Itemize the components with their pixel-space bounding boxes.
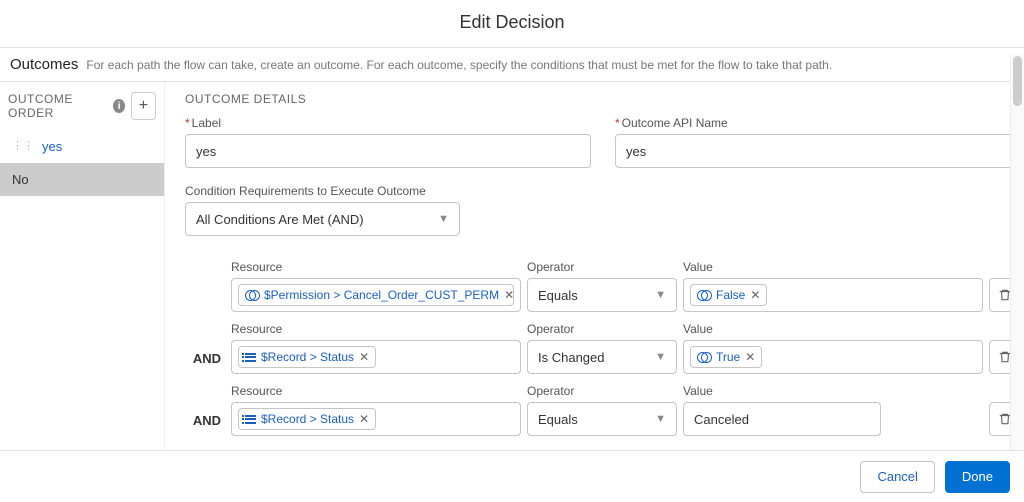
scrollbar[interactable]: [1010, 54, 1024, 450]
resource-column-label: Resource: [231, 260, 521, 274]
value-column-label: Value: [683, 260, 983, 274]
operator-value: Equals: [538, 412, 578, 427]
api-name-field-label: Outcome API Name: [615, 116, 1021, 130]
value-input-1[interactable]: True ✕: [683, 340, 983, 374]
condition-requirements-select[interactable]: All Conditions Are Met (AND) ▼: [185, 202, 460, 236]
operator-select-0[interactable]: Equals ▼: [527, 278, 677, 312]
outcome-item-no[interactable]: No: [0, 163, 164, 196]
value-input-2[interactable]: [683, 402, 881, 436]
chevron-down-icon: ▼: [655, 351, 666, 363]
chevron-down-icon: ▼: [438, 213, 449, 225]
outcome-item-label: yes: [42, 139, 62, 154]
operator-column-label: Operator: [527, 322, 677, 336]
outcomes-header: Outcomes For each path the flow can take…: [0, 48, 1024, 82]
operator-select-2[interactable]: Equals ▼: [527, 402, 677, 436]
remove-pill-icon[interactable]: ✕: [359, 350, 369, 364]
scrollbar-thumb[interactable]: [1013, 56, 1022, 106]
resource-input-2[interactable]: $Record > Status ✕: [231, 402, 521, 436]
resource-pill-text: $Record > Status: [261, 350, 354, 364]
value-column-label: Value: [683, 322, 983, 336]
cancel-button[interactable]: Cancel: [860, 461, 934, 493]
outcome-item-label: No: [12, 172, 29, 187]
resource-column-label: Resource: [231, 384, 521, 398]
dialog-title: Edit Decision: [0, 0, 1024, 47]
condition-requirements-label: Condition Requirements to Execute Outcom…: [185, 184, 1021, 198]
condition-requirements-value: All Conditions Are Met (AND): [196, 212, 364, 227]
add-outcome-button[interactable]: +: [131, 92, 156, 120]
info-icon[interactable]: i: [113, 99, 125, 113]
outcomes-description: For each path the flow can take, create …: [86, 58, 832, 72]
resource-column-label: Resource: [231, 322, 521, 336]
list-icon: [245, 415, 256, 424]
label-input[interactable]: [185, 134, 591, 168]
api-name-input[interactable]: [615, 134, 1021, 168]
operator-value: Equals: [538, 288, 578, 303]
outcomes-title: Outcomes: [10, 56, 78, 73]
list-icon: [245, 353, 256, 362]
and-label: AND: [185, 413, 225, 436]
value-input-0[interactable]: False ✕: [683, 278, 983, 312]
value-column-label: Value: [683, 384, 983, 398]
resource-input-0[interactable]: $Permission > Cancel_Order_CUST_PERM ✕: [231, 278, 521, 312]
remove-pill-icon[interactable]: ✕: [750, 288, 760, 302]
operator-column-label: Operator: [527, 384, 677, 398]
outcome-details-title: OUTCOME DETAILS: [185, 92, 1021, 106]
done-button[interactable]: Done: [945, 461, 1010, 493]
value-icon: [697, 290, 711, 300]
outcome-item-yes[interactable]: ⋮⋮ yes: [0, 130, 164, 163]
operator-column-label: Operator: [527, 260, 677, 274]
and-label: AND: [185, 351, 225, 374]
resource-input-1[interactable]: $Record > Status ✕: [231, 340, 521, 374]
label-field-label: Label: [185, 116, 591, 130]
chevron-down-icon: ▼: [655, 413, 666, 425]
operator-value: Is Changed: [538, 350, 605, 365]
outcome-order-label: OUTCOME ORDER: [8, 92, 107, 120]
value-icon: [697, 352, 711, 362]
resource-pill-text: $Record > Status: [261, 412, 354, 426]
remove-pill-icon[interactable]: ✕: [745, 350, 755, 364]
resource-icon: [245, 290, 259, 300]
remove-pill-icon[interactable]: ✕: [504, 288, 514, 302]
value-pill-text: False: [716, 288, 745, 302]
value-pill-text: True: [716, 350, 740, 364]
drag-handle-icon[interactable]: ⋮⋮: [12, 141, 34, 152]
resource-pill-text: $Permission > Cancel_Order_CUST_PERM: [264, 288, 499, 302]
chevron-down-icon: ▼: [655, 289, 666, 301]
remove-pill-icon[interactable]: ✕: [359, 412, 369, 426]
operator-select-1[interactable]: Is Changed ▼: [527, 340, 677, 374]
